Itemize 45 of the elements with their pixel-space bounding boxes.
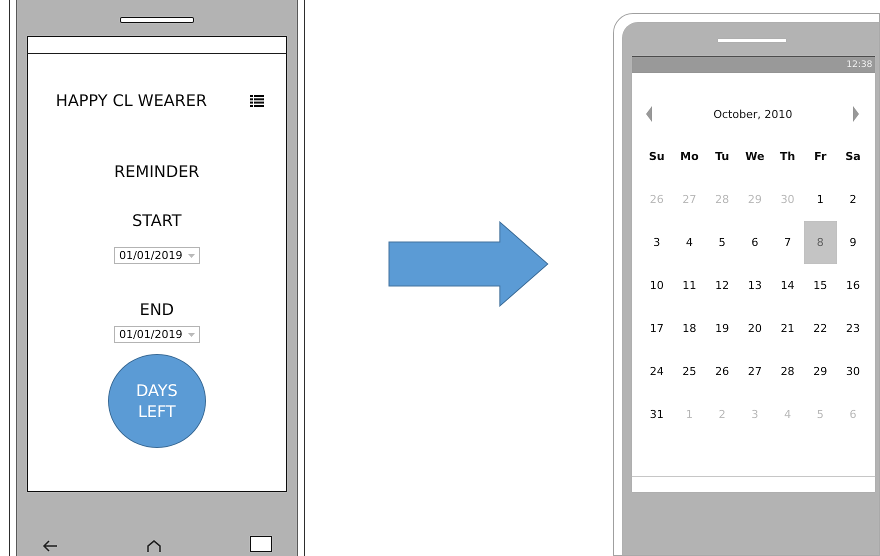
weekday-label: Tu [714,149,730,165]
calendar-day[interactable]: 16 [836,264,870,307]
weekday-label: Su [648,149,666,165]
calendar-day[interactable]: 26 [706,350,738,393]
calendar-day[interactable]: 12 [706,264,738,307]
calendar-day[interactable]: 23 [836,307,870,350]
app-title: HAPPY CL WEARER [56,91,207,110]
weekday-label: Fr [813,149,828,165]
calendar-day[interactable]: 9 [836,221,870,264]
calendar-day[interactable]: 22 [804,307,837,350]
field-label: START [132,211,182,230]
calendar-day[interactable]: 11 [673,264,706,307]
calendar-day[interactable]: 30 [836,350,870,393]
weekday-label: We [744,149,766,165]
calendar-day[interactable]: 31 [640,393,674,436]
section-heading: REMINDER [114,162,200,181]
calendar-day[interactable]: 2 [836,178,870,221]
date-dropdown[interactable]: 01/01/2019 [114,326,200,343]
weekday-label: Th [778,149,796,165]
calendar-day[interactable]: 24 [640,350,674,393]
calendar-day[interactable]: 6 [738,221,772,264]
field-label: END [140,300,174,319]
calendar-day[interactable]: 28 [771,350,804,393]
calendar-day[interactable]: 1 [804,178,837,221]
calendar-day[interactable]: 15 [804,264,837,307]
calendar-day[interactable]: 18 [673,307,706,350]
calendar-day[interactable]: 7 [771,221,804,264]
date-dropdown[interactable]: 01/01/2019 [114,247,200,264]
calendar-day[interactable]: 25 [673,350,706,393]
calendar-day[interactable]: 13 [738,264,772,307]
month-title: October, 2010 [713,108,792,120]
calendar-day[interactable]: 4 [673,221,706,264]
weekday-label: Sa [844,149,862,165]
calendar-day[interactable]: 20 [738,307,772,350]
status-time: 12:38 [846,60,872,70]
calendar-day[interactable]: 17 [640,307,674,350]
calendar-day[interactable]: 19 [706,307,738,350]
calendar-day[interactable]: 14 [771,264,804,307]
calendar-day[interactable]: 21 [771,307,804,350]
calendar-day[interactable]: 5 [706,221,738,264]
calendar-day[interactable]: 27 [738,350,772,393]
calendar-day[interactable]: 10 [640,264,674,307]
weekday-label: Mo [679,149,700,165]
calendar-day[interactable]: 29 [804,350,837,393]
calendar-day[interactable]: 3 [640,221,674,264]
